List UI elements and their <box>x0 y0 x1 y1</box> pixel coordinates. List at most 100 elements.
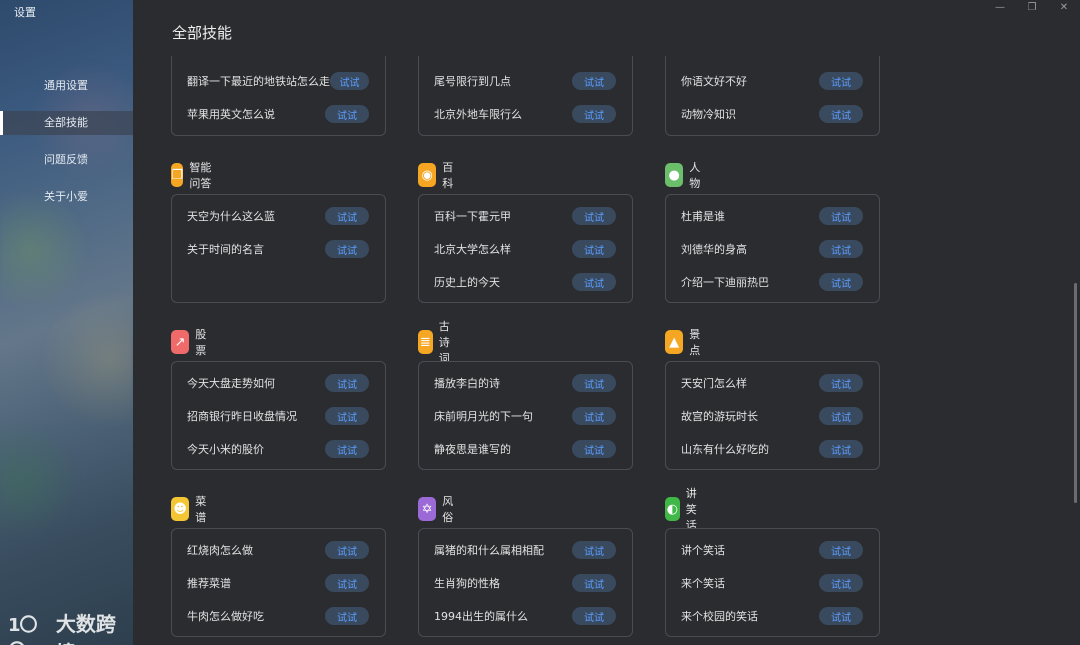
tower-icon: ▲ <box>665 330 684 354</box>
try-button[interactable]: 试试 <box>325 407 369 425</box>
skill-row: 北京大学怎么样 试试 <box>434 239 616 259</box>
skill-example-text: 红烧肉怎么做 <box>187 544 253 557</box>
skill-example-text: 百科一下霍元甲 <box>434 210 511 223</box>
try-button[interactable]: 试试 <box>572 105 616 123</box>
try-button[interactable]: 试试 <box>572 407 616 425</box>
try-button[interactable]: 试试 <box>572 574 616 592</box>
skill-example-text: 推荐菜谱 <box>187 577 231 590</box>
try-button[interactable]: 试试 <box>819 607 863 625</box>
section-header: ✡ 风俗 <box>418 495 459 524</box>
section-title: 人物 <box>689 161 701 190</box>
skill-row: 关于时间的名言 试试 <box>187 239 369 259</box>
skill-row: 杜甫是谁 试试 <box>681 206 863 226</box>
try-button[interactable]: 试试 <box>325 207 369 225</box>
skill-row: 翻译一下最近的地铁站怎么走 试试 <box>187 71 369 91</box>
skill-card: 播放李白的诗 试试 床前明月光的下一句 试试 静夜思是谁写的 试试 <box>418 361 633 470</box>
skill-example-text: 翻译一下最近的地铁站怎么走 <box>187 75 330 88</box>
skill-row: 动物冷知识 试试 <box>681 104 863 124</box>
sidebar-item-about[interactable]: 关于小爱 <box>0 185 133 209</box>
try-button[interactable]: 试试 <box>572 607 616 625</box>
try-button[interactable]: 试试 <box>325 374 369 392</box>
skill-example-text: 招商银行昨日收盘情况 <box>187 410 297 423</box>
skill-example-text: 今天大盘走势如何 <box>187 377 275 390</box>
skill-row: 生肖狗的性格 试试 <box>434 573 616 593</box>
try-button[interactable]: 试试 <box>819 574 863 592</box>
try-button[interactable]: 试试 <box>325 541 369 559</box>
skill-row: 百科一下霍元甲 试试 <box>434 206 616 226</box>
try-button[interactable]: 试试 <box>572 273 616 291</box>
skill-card: 你语文好不好 试试 动物冷知识 试试 <box>665 56 880 136</box>
try-button[interactable]: 试试 <box>819 240 863 258</box>
sidebar: 设置 通用设置 全部技能 问题反馈 关于小爱 1〇〇 大数跨境 <box>0 0 133 645</box>
skill-card: 尾号限行到几点 试试 北京外地车限行么 试试 <box>418 56 633 136</box>
skill-row: 今天小米的股价 试试 <box>187 439 369 459</box>
section-title: 菜谱 <box>195 495 207 524</box>
try-button[interactable]: 试试 <box>572 240 616 258</box>
skill-row: 历史上的今天 试试 <box>434 272 616 292</box>
try-button[interactable]: 试试 <box>572 440 616 458</box>
skill-row: 床前明月光的下一句 试试 <box>434 406 616 426</box>
skill-example-text: 播放李白的诗 <box>434 377 500 390</box>
watermark: 1〇〇 大数跨境 <box>8 608 133 645</box>
skill-example-text: 你语文好不好 <box>681 75 747 88</box>
section-header: ☻ 菜谱 <box>171 495 212 524</box>
person-icon: ● <box>665 163 684 187</box>
section-header: ● 人物 <box>665 161 706 190</box>
window-controls: — ❐ ✕ <box>994 2 1070 13</box>
skill-example-text: 历史上的今天 <box>434 276 500 289</box>
skill-example-text: 牛肉怎么做好吃 <box>187 610 264 623</box>
skill-row: 招商银行昨日收盘情况 试试 <box>187 406 369 426</box>
sidebar-nav: 通用设置 全部技能 问题反馈 关于小爱 <box>0 74 133 222</box>
skill-example-text: 介绍一下迪丽热巴 <box>681 276 769 289</box>
try-button[interactable]: 试试 <box>819 207 863 225</box>
skill-row: 来个校园的笑话 试试 <box>681 606 863 626</box>
try-button[interactable]: 试试 <box>325 440 369 458</box>
section-title: 智能问答 <box>189 161 212 190</box>
section-title: 股票 <box>195 328 207 357</box>
try-button[interactable]: 试试 <box>819 105 863 123</box>
try-button[interactable]: 试试 <box>819 541 863 559</box>
try-button[interactable]: 试试 <box>819 374 863 392</box>
try-button[interactable]: 试试 <box>330 72 369 90</box>
section-title: 古诗词 <box>438 320 450 365</box>
skill-example-text: 来个笑话 <box>681 577 725 590</box>
restore-icon[interactable]: ❐ <box>1026 2 1038 13</box>
try-button[interactable]: 试试 <box>819 273 863 291</box>
section-header: ◐ 讲笑话 <box>665 487 706 532</box>
skill-row: 属猪的和什么属相相配 试试 <box>434 540 616 560</box>
close-icon[interactable]: ✕ <box>1058 2 1070 13</box>
star-of-david-icon: ✡ <box>418 497 437 521</box>
section-title: 风俗 <box>442 495 454 524</box>
skill-row: 介绍一下迪丽热巴 试试 <box>681 272 863 292</box>
try-button[interactable]: 试试 <box>325 240 369 258</box>
try-button[interactable]: 试试 <box>572 541 616 559</box>
try-button[interactable]: 试试 <box>572 374 616 392</box>
try-button[interactable]: 试试 <box>572 72 616 90</box>
skill-example-text: 属猪的和什么属相相配 <box>434 544 544 557</box>
sidebar-item-general[interactable]: 通用设置 <box>0 74 133 98</box>
skill-row: 尾号限行到几点 试试 <box>434 71 616 91</box>
skill-card: 讲个笑话 试试 来个笑话 试试 来个校园的笑话 试试 <box>665 528 880 637</box>
sidebar-item-all-skills[interactable]: 全部技能 <box>0 111 133 135</box>
section-title: 百科 <box>442 161 454 190</box>
try-button[interactable]: 试试 <box>819 72 863 90</box>
scrollbar[interactable] <box>1074 283 1077 503</box>
try-button[interactable]: 试试 <box>819 440 863 458</box>
skill-example-text: 北京大学怎么样 <box>434 243 511 256</box>
skill-example-text: 山东有什么好吃的 <box>681 443 769 456</box>
skill-example-text: 来个校园的笑话 <box>681 610 758 623</box>
skill-row: 播放李白的诗 试试 <box>434 373 616 393</box>
section-header: ❐ 智能问答 <box>171 161 212 190</box>
try-button[interactable]: 试试 <box>325 574 369 592</box>
try-button[interactable]: 试试 <box>819 407 863 425</box>
skill-card: 杜甫是谁 试试 刘德华的身高 试试 介绍一下迪丽热巴 试试 <box>665 194 880 303</box>
minimize-icon[interactable]: — <box>994 2 1006 13</box>
try-button[interactable]: 试试 <box>572 207 616 225</box>
try-button[interactable]: 试试 <box>325 607 369 625</box>
skill-example-text: 天空为什么这么蓝 <box>187 210 275 223</box>
skill-example-text: 讲个笑话 <box>681 544 725 557</box>
try-button[interactable]: 试试 <box>325 105 369 123</box>
skill-row: 今天大盘走势如何 试试 <box>187 373 369 393</box>
skill-card: 红烧肉怎么做 试试 推荐菜谱 试试 牛肉怎么做好吃 试试 <box>171 528 386 637</box>
sidebar-item-feedback[interactable]: 问题反馈 <box>0 148 133 172</box>
